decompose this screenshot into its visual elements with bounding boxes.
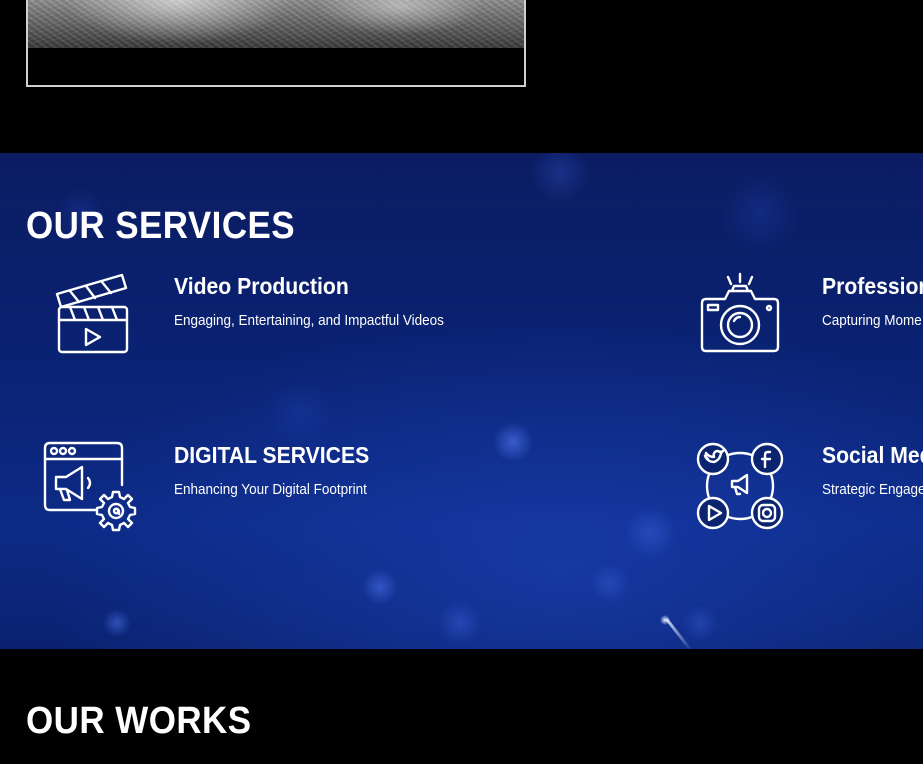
camera-icon [700, 272, 780, 353]
service-title: Video Production [174, 273, 349, 299]
services-section: OUR SERVICES Video Production Engaging, … [0, 153, 923, 649]
service-description: Enhancing Your Digital Footprint [174, 481, 367, 498]
service-title: DIGITAL SERVICES [174, 442, 370, 468]
social-media-icon [696, 442, 784, 530]
featured-image-frame [26, 0, 526, 87]
light-streak-decoration [665, 618, 693, 649]
services-heading: OUR SERVICES [26, 205, 296, 247]
service-title: Social Med [822, 442, 923, 468]
service-title: Profession [822, 273, 923, 299]
clapperboard-icon [55, 273, 129, 354]
service-description: Capturing Mome [822, 312, 922, 329]
city-aerial-photo [28, 0, 524, 48]
works-heading: OUR WORKS [26, 700, 252, 742]
service-description: Engaging, Entertaining, and Impactful Vi… [174, 312, 444, 329]
digital-marketing-icon [43, 441, 137, 532]
service-description: Strategic Engage [822, 481, 923, 498]
